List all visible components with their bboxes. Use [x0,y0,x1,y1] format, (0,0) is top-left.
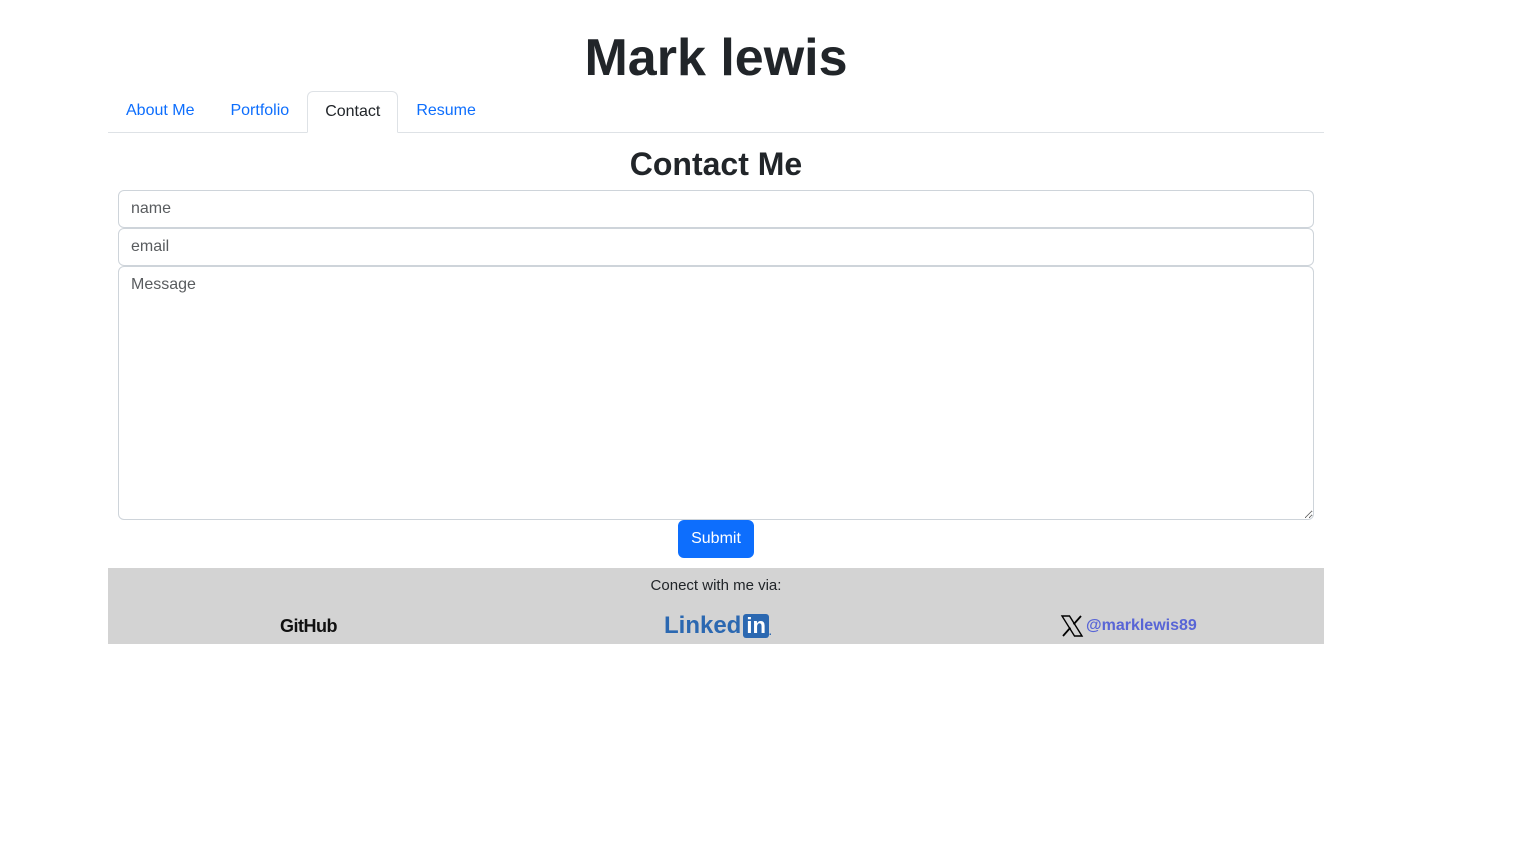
contact-heading: Contact Me [629,146,803,182]
twitter-link[interactable]: @marklewis89 [1060,612,1197,640]
linkedin-logo-dot: . [768,627,772,638]
github-logo: GitHub [280,615,338,636]
tab-resume[interactable]: Resume [398,91,494,131]
site-title: Mark lewis [584,29,848,87]
footer-connect-text: Conect with me via: [650,577,782,594]
footer: Conect with me via: GitHub Linked in . @… [108,568,1324,644]
tab-contact[interactable]: Contact [307,91,399,133]
email-input[interactable] [118,228,1314,266]
twitter-handle: @marklewis89 [1086,617,1197,634]
name-input[interactable] [118,190,1314,228]
message-textarea[interactable] [118,266,1314,520]
github-link[interactable]: GitHub [280,612,338,640]
nav-tabs: About Me Portfolio Contact Resume [108,91,1324,133]
linkedin-logo-text: Linked [664,612,742,639]
submit-button[interactable]: Submit [678,520,754,558]
tab-portfolio[interactable]: Portfolio [212,91,307,131]
tab-about-me[interactable]: About Me [108,91,212,131]
linkedin-logo-box: in [743,614,769,638]
x-logo-icon [1060,614,1084,638]
linkedin-link[interactable]: Linked in . [664,612,772,640]
